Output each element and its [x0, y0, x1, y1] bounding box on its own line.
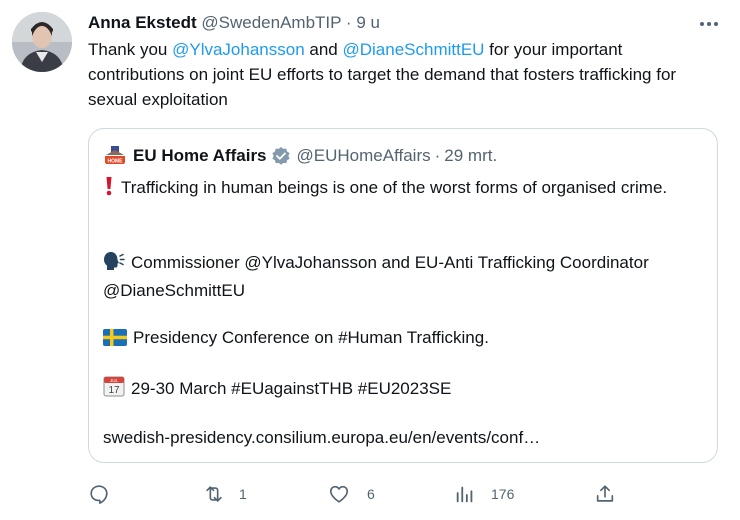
author-handle[interactable]: @SwedenAmbTIP	[201, 13, 341, 32]
views-button[interactable]: 176	[454, 480, 514, 508]
heart-icon	[329, 485, 349, 503]
quoted-line-2: Commissioner @YlvaJohansson and EU-Anti …	[103, 250, 709, 303]
like-button[interactable]: 6	[328, 480, 375, 508]
verified-badge-icon	[271, 146, 291, 166]
share-button[interactable]	[594, 480, 616, 508]
quoted-text: Presidency Conference on #Human Traffick…	[133, 328, 489, 347]
quoted-line-1: Trafficking in human beings is one of th…	[103, 175, 709, 203]
speaking-head-icon	[103, 251, 125, 278]
svg-text:HOME: HOME	[108, 159, 124, 165]
quoted-link[interactable]: swedish-presidency.consilium.europa.eu/e…	[103, 425, 709, 450]
author-avatar[interactable]	[12, 12, 72, 72]
quoted-text: 29-30 March #EUagainstTHB #EU2023SE	[131, 379, 452, 398]
mention-link[interactable]: @DianeSchmittEU	[342, 40, 484, 59]
exclamation-icon	[103, 176, 115, 203]
calendar-icon: JUL 17	[103, 375, 125, 404]
retweet-button[interactable]: 1	[203, 480, 247, 508]
quoted-text: Commissioner @YlvaJohansson and EU-Anti …	[103, 253, 649, 300]
svg-text:17: 17	[108, 385, 120, 396]
quoted-author-avatar[interactable]: HOME	[103, 144, 127, 168]
views-icon	[456, 486, 473, 503]
avatar-photo	[12, 12, 72, 72]
mention-link[interactable]: @YlvaJohansson	[172, 40, 305, 59]
quoted-author-name[interactable]: EU Home Affairs	[133, 144, 267, 168]
svg-text:JUL: JUL	[110, 378, 118, 383]
dot-separator: ·	[434, 146, 441, 165]
dot-separator: ·	[345, 13, 352, 32]
reply-button[interactable]	[88, 480, 122, 508]
retweet-count: 1	[239, 486, 247, 502]
quoted-link-text[interactable]: swedish-presidency.consilium.europa.eu/e…	[103, 428, 540, 447]
quoted-author-handle[interactable]: @EUHomeAffairs	[297, 144, 431, 168]
quoted-tweet-card[interactable]: HOME EU Home Affairs @EUHomeAffairs · 29…	[88, 128, 718, 463]
like-count: 6	[367, 486, 375, 502]
quoted-line-3: Presidency Conference on #Human Traffick…	[103, 325, 709, 353]
quoted-tweet-header: HOME EU Home Affairs @EUHomeAffairs · 29…	[103, 144, 497, 168]
views-count: 176	[491, 486, 515, 502]
quoted-text: Trafficking in human beings is one of th…	[121, 178, 668, 197]
reply-icon	[90, 485, 108, 504]
tweet-text-part: and	[304, 40, 343, 59]
author-name[interactable]: Anna Ekstedt	[88, 13, 197, 32]
share-icon	[596, 485, 614, 502]
tweet-header: Anna Ekstedt @SwedenAmbTIP · 9 u	[88, 11, 380, 35]
tweet-text-part: Thank you	[88, 40, 173, 59]
more-options-icon[interactable]	[696, 14, 722, 34]
quoted-line-4: JUL 17 29-30 March #EUagainstTHB #EU2023…	[103, 375, 709, 404]
tweet-text: Thank you @YlvaJohansson and @DianeSchmi…	[88, 37, 720, 112]
action-bar: 1 6 176	[0, 480, 740, 508]
retweet-icon	[206, 486, 222, 502]
tweet-time[interactable]: 9 u	[356, 13, 380, 32]
quoted-tweet-time[interactable]: 29 mrt.	[444, 144, 497, 168]
swedish-flag-icon	[103, 328, 127, 353]
